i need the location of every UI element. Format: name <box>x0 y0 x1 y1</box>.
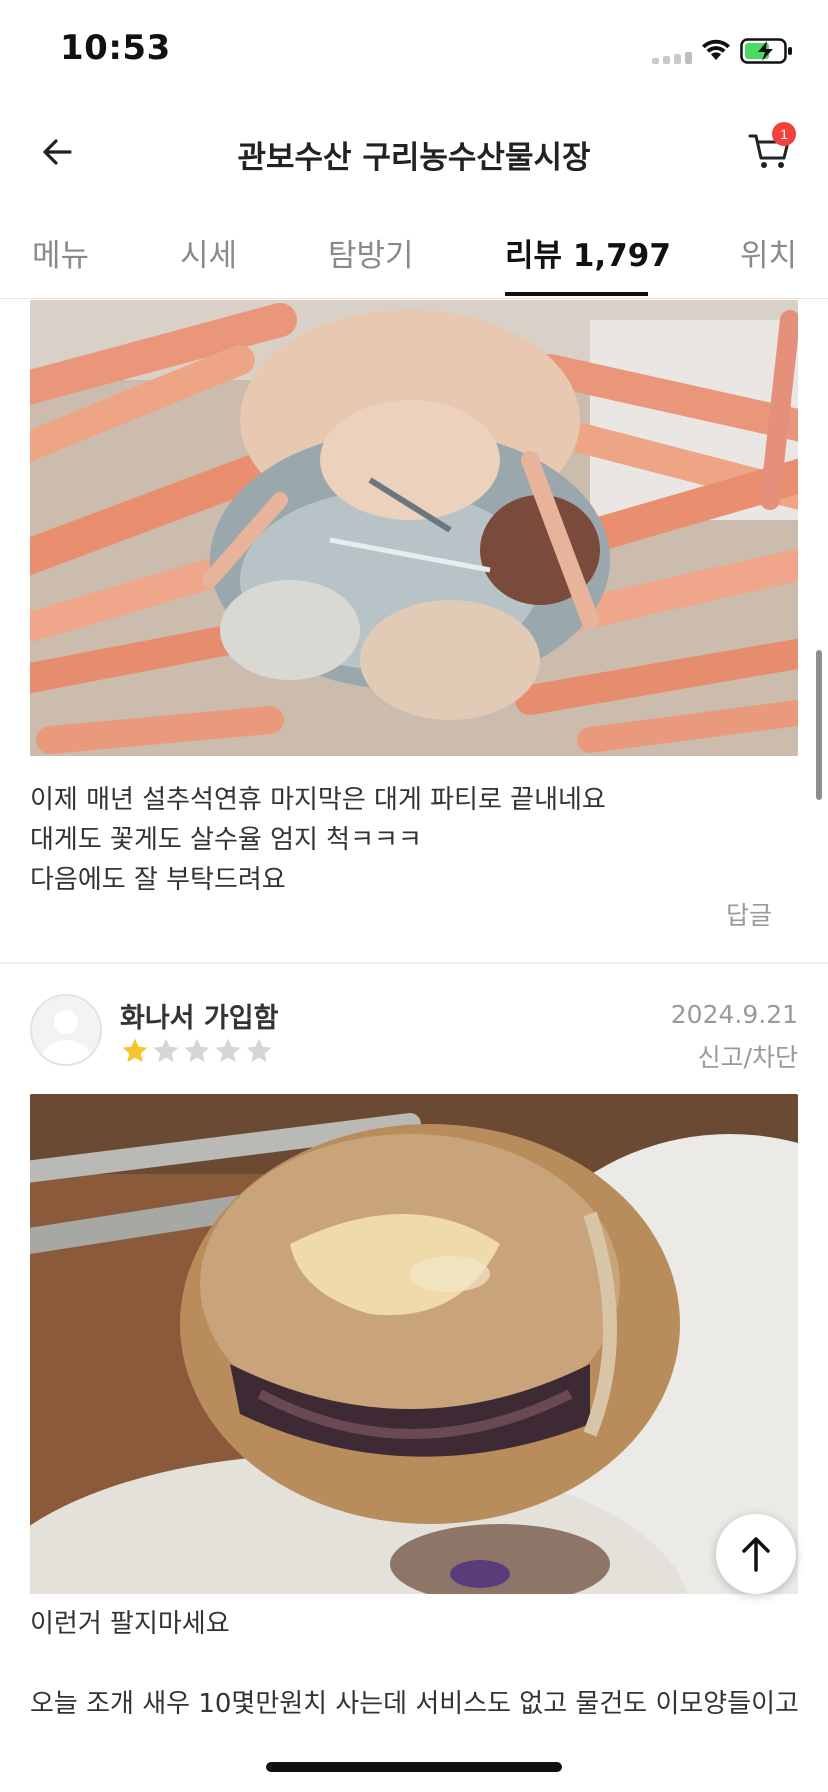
cellular-signal-icon <box>652 52 692 64</box>
review-line: 이런거 팔지마세요 <box>30 1609 230 1639</box>
star-filled-icon <box>122 1038 148 1063</box>
tab-price[interactable]: 시세 <box>180 230 237 275</box>
shellfish-photo-image <box>30 1094 798 1594</box>
active-tab-indicator <box>505 292 648 296</box>
review-photo-crab[interactable] <box>30 300 798 756</box>
status-bar: 10:53 <box>0 0 828 100</box>
review-body-1: 이제 매년 설추석연휴 마지막은 대게 파티로 끝내네요 대게도 꽃게도 살수율… <box>30 780 606 900</box>
tab-location[interactable]: 위치 <box>740 230 797 275</box>
home-indicator <box>266 1762 562 1772</box>
battery-charging-icon <box>740 38 792 64</box>
tab-reviews[interactable]: 리뷰 1,797 <box>505 230 671 275</box>
review-line: 대게도 꽃게도 살수율 엄지 척ㅋㅋㅋ <box>30 825 422 855</box>
default-avatar-icon <box>42 1010 90 1064</box>
review-line: 오늘 조개 새우 10몇만원치 사는데 서비스도 없고 물건도 이모양들이고 <box>30 1689 799 1719</box>
status-time: 10:53 <box>60 28 171 68</box>
crab-photo-image <box>30 300 798 756</box>
avatar <box>30 994 102 1066</box>
wifi-icon <box>702 39 730 60</box>
report-block-button[interactable]: 신고/차단 <box>698 1038 798 1074</box>
cart-count-badge: 1 <box>772 122 796 146</box>
star-empty-icon <box>184 1038 210 1063</box>
review-photo-shellfish[interactable] <box>30 1094 798 1594</box>
star-empty-icon <box>215 1038 241 1063</box>
review-date: 2024.9.21 <box>670 1000 798 1029</box>
tab-bar: 메뉴 시세 탐방기 리뷰 1,797 위치 <box>0 206 828 299</box>
top-app-bar: 관보수산 구리농수산물시장 1 <box>0 100 828 206</box>
review-line <box>30 1644 799 1684</box>
star-empty-icon <box>246 1038 272 1063</box>
arrow-up-icon <box>742 1537 770 1572</box>
review-divider <box>0 962 828 964</box>
review-line: 이제 매년 설추석연휴 마지막은 대게 파티로 끝내네요 <box>30 785 606 815</box>
tab-visit-review[interactable]: 탐방기 <box>328 230 414 275</box>
tab-menu[interactable]: 메뉴 <box>32 230 89 275</box>
star-rating <box>120 1036 274 1066</box>
review-body-2: 이런거 팔지마세요 오늘 조개 새우 10몇만원치 사는데 서비스도 없고 물건… <box>30 1604 799 1724</box>
star-empty-icon <box>153 1038 179 1063</box>
page-title: 관보수산 구리농수산물시장 <box>237 140 591 176</box>
reply-button[interactable]: 답글 <box>726 896 772 932</box>
review-username: 화나서 가입함 <box>120 1003 279 1034</box>
scroll-to-top-button[interactable] <box>716 1514 796 1594</box>
review-line: 다음에도 잘 부탁드려요 <box>30 865 286 895</box>
scrollbar[interactable] <box>816 650 822 800</box>
